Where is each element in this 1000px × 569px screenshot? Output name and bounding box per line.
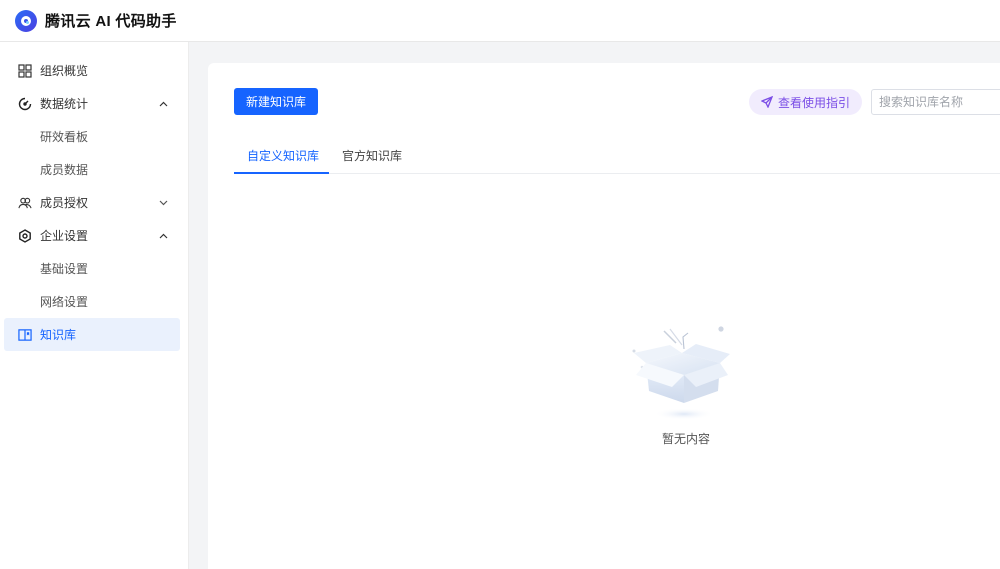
sidebar-item-data-stats[interactable]: 数据统计 xyxy=(0,87,188,120)
sidebar-item-network-settings[interactable]: 网络设置 xyxy=(0,285,188,318)
chevron-down-icon[interactable] xyxy=(159,186,168,219)
sidebar-item-label: 成员授权 xyxy=(40,196,89,210)
sidebar: 组织概览 数据统计 研效看板 成员数据 成员授权 企业设置 基础设置 网络设置 … xyxy=(0,42,189,569)
usage-guide-button[interactable]: 查看使用指引 xyxy=(749,89,863,115)
chevron-up-icon[interactable] xyxy=(159,87,168,120)
tab-custom-knowledge-base[interactable]: 自定义知识库 xyxy=(247,141,319,174)
grid-icon xyxy=(18,63,32,78)
sidebar-item-knowledge-base[interactable]: 知识库 xyxy=(4,318,180,351)
tab-bar: 自定义知识库 官方知识库 xyxy=(234,141,1000,174)
sidebar-item-member-data[interactable]: 成员数据 xyxy=(0,153,188,186)
usage-guide-label: 查看使用指引 xyxy=(778,95,851,110)
sidebar-item-label: 研效看板 xyxy=(40,130,89,144)
send-icon xyxy=(761,96,773,108)
tab-label: 自定义知识库 xyxy=(247,149,320,163)
empty-state-text: 暂无内容 xyxy=(661,432,710,446)
active-tab-indicator xyxy=(234,172,329,174)
top-bar: 腾讯云 AI 代码助手 xyxy=(0,0,1000,42)
gauge-icon xyxy=(18,97,32,111)
chevron-up-icon[interactable] xyxy=(159,219,168,252)
book-icon xyxy=(18,328,32,342)
sidebar-item-member-auth[interactable]: 成员授权 xyxy=(0,186,188,219)
sidebar-item-label: 网络设置 xyxy=(40,295,89,309)
empty-box-icon xyxy=(632,326,730,420)
app-title: 腾讯云 AI 代码助手 xyxy=(45,13,177,30)
knowledge-base-panel: 新建知识库 查看使用指引 自定义知识库 官方知识库 xyxy=(208,63,1000,569)
new-knowledge-base-button[interactable]: 新建知识库 xyxy=(234,88,318,115)
app-logo-icon xyxy=(15,9,37,32)
sidebar-item-basic-settings[interactable]: 基础设置 xyxy=(0,252,188,285)
sidebar-item-dev-dashboard[interactable]: 研效看板 xyxy=(0,120,188,153)
tab-label: 官方知识库 xyxy=(342,149,403,163)
sidebar-item-label: 数据统计 xyxy=(40,97,89,111)
sidebar-item-enterprise-settings[interactable]: 企业设置 xyxy=(0,219,188,252)
sidebar-item-label: 企业设置 xyxy=(40,229,89,243)
empty-state: 暂无内容 xyxy=(626,321,746,446)
sidebar-item-label: 组织概览 xyxy=(40,64,89,78)
hexagon-settings-icon xyxy=(18,228,32,243)
sidebar-item-org-overview[interactable]: 组织概览 xyxy=(0,54,188,87)
users-icon xyxy=(18,196,32,210)
search-input[interactable] xyxy=(871,89,1000,115)
sidebar-item-label: 成员数据 xyxy=(40,163,89,177)
tab-official-knowledge-base[interactable]: 官方知识库 xyxy=(342,141,402,174)
sidebar-item-label: 基础设置 xyxy=(40,262,89,276)
sidebar-item-label: 知识库 xyxy=(40,328,77,342)
